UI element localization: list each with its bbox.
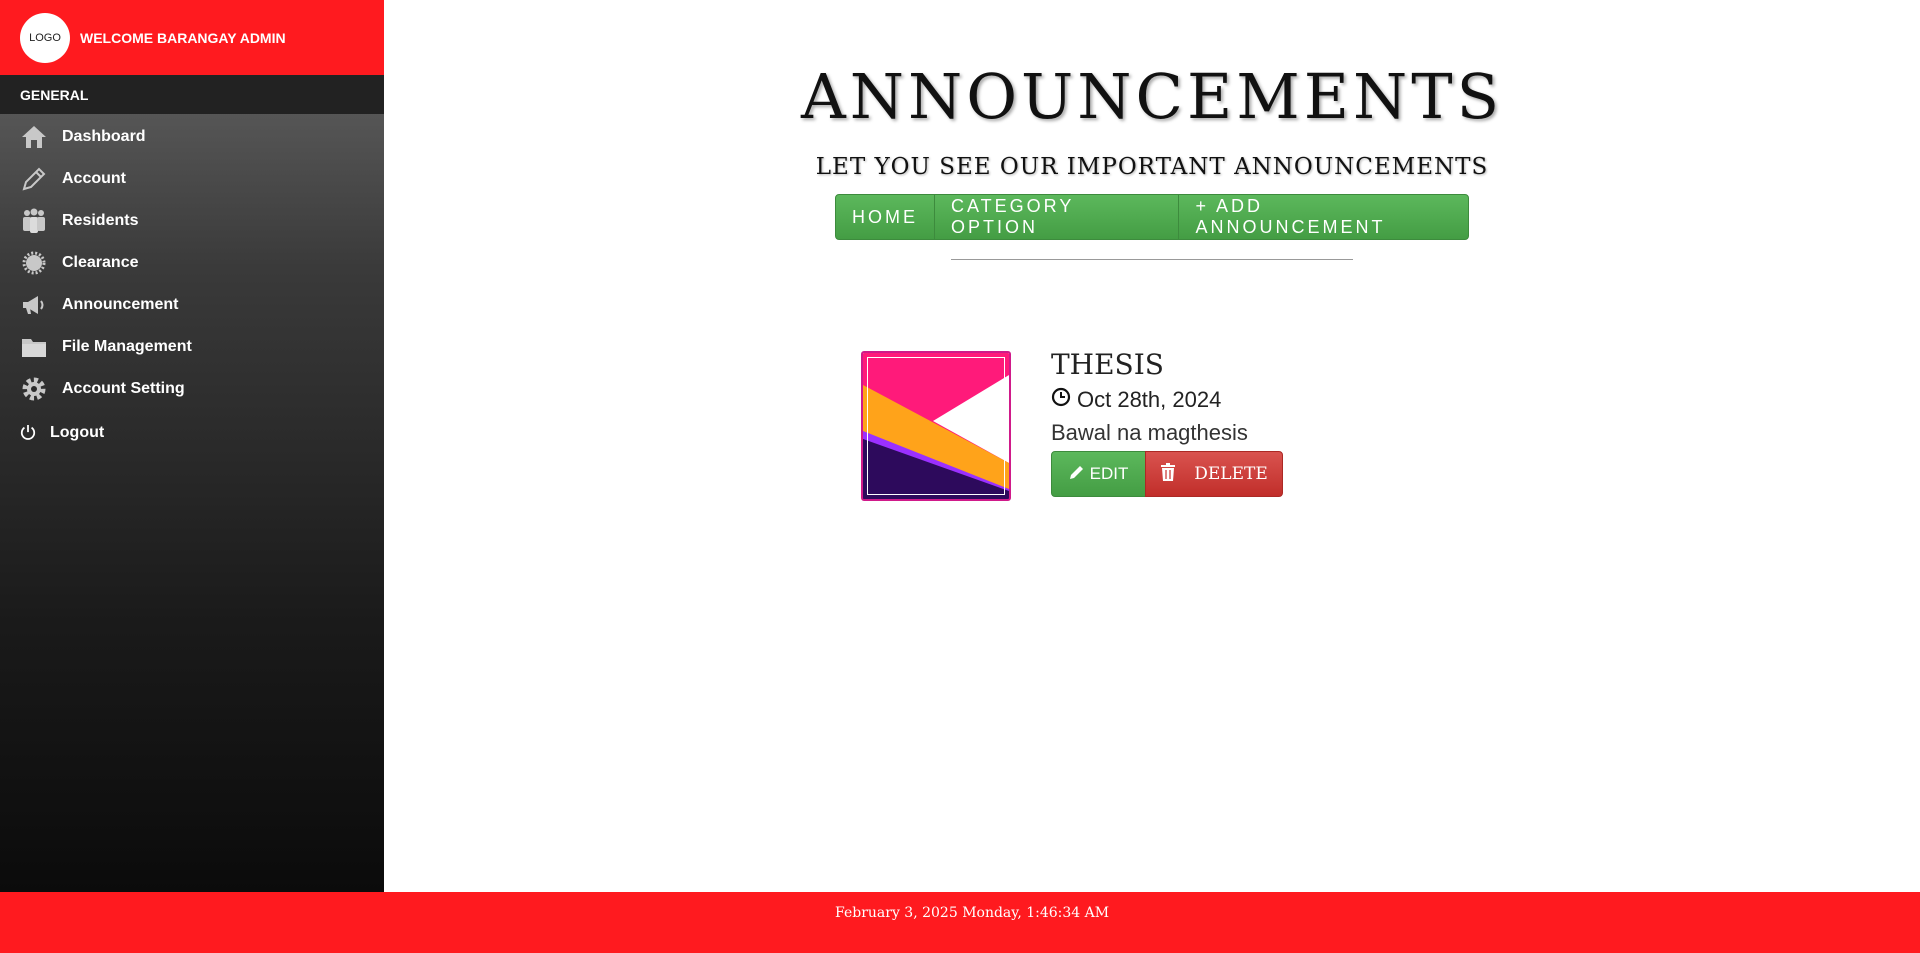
welcome-text: WELCOME BARANGAY ADMIN [80, 29, 286, 46]
folder-icon [20, 333, 48, 361]
announcement-image [861, 351, 1011, 501]
sidebar-item-logout[interactable]: Logout [0, 410, 384, 456]
announcement-body: Bawal na magthesis [1051, 420, 1248, 445]
sidebar-item-label: File Management [62, 338, 192, 355]
page-title: ANNOUNCEMENTS [800, 60, 1504, 133]
sidebar: LOGO WELCOME BARANGAY ADMIN GENERAL Dash… [0, 0, 384, 892]
sidebar-item-residents[interactable]: Residents [0, 200, 384, 242]
sidebar-item-account[interactable]: Account [0, 158, 384, 200]
pencil-icon [20, 165, 48, 193]
clock-icon [1051, 387, 1071, 413]
home-icon [20, 123, 48, 151]
sidebar-header: LOGO WELCOME BARANGAY ADMIN [0, 0, 384, 75]
nav-category-option-button[interactable]: CATEGORY OPTION [935, 195, 1180, 239]
sidebar-item-file-management[interactable]: File Management [0, 326, 384, 368]
sidebar-item-label: Dashboard [62, 128, 146, 145]
nav-home-button[interactable]: HOME [836, 195, 935, 239]
divider [951, 259, 1353, 260]
section-label: GENERAL [0, 75, 384, 114]
page-subtitle: LET YOU SEE OUR IMPORTANT ANNOUNCEMENTS [815, 154, 1489, 180]
sidebar-item-label: Account Setting [62, 380, 185, 397]
sidebar-item-announcement[interactable]: Announcement [0, 284, 384, 326]
footer-datetime: February 3, 2025 Monday, 1:46:34 AM [835, 905, 1110, 921]
megaphone-icon [20, 291, 48, 319]
edit-button-label: EDIT [1089, 464, 1129, 483]
image-frame [867, 357, 1005, 495]
nav-add-announcement-button[interactable]: + ADD ANNOUNCEMENT [1179, 195, 1468, 239]
announcement-date: Oct 28th, 2024 [1051, 387, 1221, 413]
badge-icon [20, 249, 48, 277]
sidebar-item-label: Logout [50, 424, 105, 441]
pencil-icon [1069, 464, 1085, 485]
edit-button[interactable]: EDIT [1051, 451, 1146, 497]
announcement-nav: HOME CATEGORY OPTION + ADD ANNOUNCEMENT [835, 194, 1469, 240]
people-icon [20, 207, 48, 235]
sidebar-item-label: Account [62, 170, 126, 187]
sidebar-item-label: Clearance [62, 254, 139, 271]
logo: LOGO [20, 12, 70, 63]
power-icon [20, 419, 36, 447]
sidebar-item-label: Residents [62, 212, 139, 229]
delete-button-label: DELETE [1194, 464, 1268, 484]
main-content: ANNOUNCEMENTS LET YOU SEE OUR IMPORTANT … [384, 0, 1920, 892]
sidebar-item-account-setting[interactable]: Account Setting [0, 368, 384, 410]
sidebar-item-dashboard[interactable]: Dashboard [0, 116, 384, 158]
delete-button[interactable]: DELETE [1145, 451, 1283, 497]
sidebar-item-label: Announcement [62, 296, 179, 313]
announcement-title: THESIS [1051, 348, 1164, 381]
announcement-date-text: Oct 28th, 2024 [1077, 387, 1222, 412]
gear-icon [20, 375, 48, 403]
footer: February 3, 2025 Monday, 1:46:34 AM [0, 892, 1920, 953]
sidebar-item-clearance[interactable]: Clearance [0, 242, 384, 284]
sidebar-menu: Dashboard Account Residents Clearance An… [0, 114, 384, 456]
trash-icon [1160, 462, 1176, 486]
